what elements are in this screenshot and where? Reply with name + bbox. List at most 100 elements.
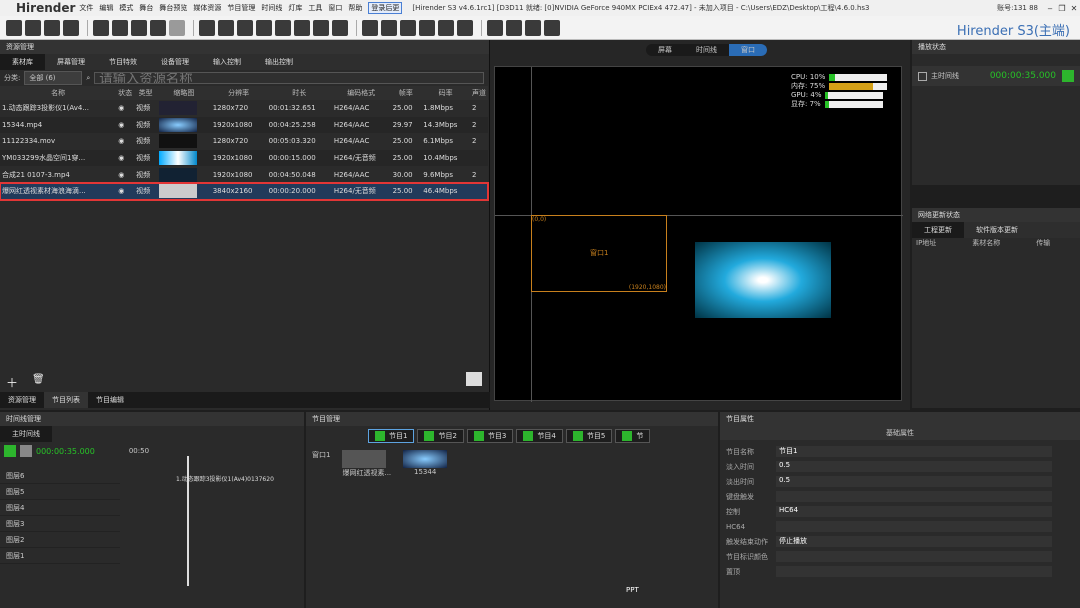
tab-main-timeline[interactable]: 主时间线 — [0, 426, 52, 442]
mode-window[interactable]: 窗口 — [729, 44, 767, 56]
col-resolution[interactable]: 分辨率 — [210, 86, 267, 100]
col-fps[interactable]: 帧率 — [390, 86, 422, 100]
info-icon[interactable] — [544, 19, 560, 36]
layers-icon[interactable] — [256, 19, 272, 36]
program-item-thumb[interactable] — [342, 450, 387, 468]
layer-row[interactable]: 图层3 — [0, 516, 120, 532]
crop-icon[interactable] — [381, 19, 397, 36]
col-duration[interactable]: 时长 — [266, 86, 332, 100]
undo-icon[interactable] — [150, 19, 166, 36]
new-project-icon[interactable] — [6, 19, 22, 36]
add-icon[interactable]: ＋ — [6, 374, 18, 391]
menu-help[interactable]: 帮助 — [348, 3, 362, 13]
edit-icon[interactable] — [438, 19, 454, 36]
play-icon[interactable] — [4, 445, 16, 457]
copy-icon[interactable] — [112, 19, 128, 36]
program-chip[interactable]: 节目5 — [565, 429, 613, 443]
field-value[interactable] — [776, 551, 1052, 562]
tab-screen-management[interactable]: 屏幕管理 — [45, 54, 97, 70]
layer-row[interactable]: 图层2 — [0, 532, 120, 548]
menu-program[interactable]: 节目管理 — [227, 3, 255, 13]
redo-icon[interactable] — [169, 19, 185, 36]
tab-material-library[interactable]: 素材库 — [0, 54, 45, 70]
tab-device-management[interactable]: 设备管理 — [149, 54, 201, 70]
col-type[interactable]: 类型 — [134, 86, 158, 100]
table-row-selected[interactable]: 爆网红透视素材海浪海滴... ◉ 视频 3840x2160 00:00:20.000 H2… — [0, 181, 489, 201]
layer-row[interactable]: 图层5 — [0, 484, 120, 500]
field-value[interactable] — [776, 521, 1052, 532]
playhead[interactable] — [187, 456, 189, 586]
field-value[interactable]: 停止播放 — [776, 536, 1052, 547]
category-select[interactable]: 全部 (6) — [24, 71, 83, 85]
eye-icon[interactable]: ◉ — [116, 166, 134, 183]
eye-icon[interactable]: ◉ — [116, 100, 134, 117]
tab-software-update[interactable]: 软件版本更新 — [964, 222, 1030, 238]
save-icon[interactable] — [44, 19, 60, 36]
grid-icon[interactable] — [218, 19, 234, 36]
tab-project-update[interactable]: 工程更新 — [912, 222, 964, 238]
col-name[interactable]: 名称 — [0, 86, 117, 100]
media-preview[interactable] — [695, 242, 831, 318]
eye-icon[interactable]: ◉ — [116, 150, 134, 167]
mode-screen[interactable]: 屏幕 — [646, 44, 684, 56]
window-frame[interactable]: (0,0) 窗口1 (1920,1080) — [531, 215, 667, 292]
program-chip[interactable]: 节目1 — [368, 429, 415, 443]
timeline-clip[interactable]: 1.动态跟踪3投影仪1(Av4)0137620 — [176, 474, 274, 483]
menu-timeline[interactable]: 时间线 — [261, 3, 282, 13]
timeline-checkbox[interactable] — [918, 71, 927, 81]
chart-icon[interactable] — [400, 19, 416, 36]
tab-program-edit[interactable]: 节目编辑 — [88, 392, 132, 408]
image-icon[interactable] — [466, 372, 482, 386]
program-item-thumb[interactable] — [403, 450, 448, 468]
restore-icon[interactable]: ❐ — [1056, 4, 1068, 13]
ppt-button[interactable]: PPT — [626, 586, 639, 594]
pen-icon[interactable] — [506, 19, 522, 36]
tab-program-effects[interactable]: 节目特效 — [97, 54, 149, 70]
table-row[interactable]: YM033299水晶空间1穿... ◉ 视频 1920x1080 00:00:15.00… — [0, 149, 488, 167]
open-folder-icon[interactable] — [25, 19, 41, 36]
tab-program-list[interactable]: 节目列表 — [44, 392, 88, 408]
stage-canvas[interactable]: (0,0) 窗口1 (1920,1080) CPU: 10% 内存: 75% G… — [494, 66, 903, 402]
eye-icon[interactable]: ◉ — [116, 183, 134, 200]
trash-icon[interactable]: 🗑 — [32, 374, 45, 385]
menu-tools[interactable]: 工具 — [308, 3, 322, 13]
stop-icon[interactable] — [20, 445, 32, 457]
field-value[interactable] — [776, 491, 1052, 502]
paste-icon[interactable] — [131, 19, 147, 36]
menu-file[interactable]: 文件 — [79, 3, 93, 13]
col-channels[interactable]: 声道 — [470, 86, 488, 100]
layer-row[interactable]: 图层6 — [0, 468, 120, 484]
monitor-icon[interactable] — [199, 19, 215, 36]
menu-stage-preview[interactable]: 舞台预览 — [159, 3, 187, 13]
col-thumbnail[interactable]: 缩略图 — [157, 86, 211, 100]
layer-row[interactable]: 图层4 — [0, 500, 120, 516]
arrow-icon[interactable] — [237, 19, 253, 36]
col-status[interactable]: 状态 — [116, 86, 135, 100]
table-row[interactable]: 15344.mp4 ◉ 视频 1920x1080 00:04:25.258 H264/AA… — [0, 116, 488, 134]
cut-icon[interactable] — [93, 19, 109, 36]
menu-lights[interactable]: 灯库 — [288, 3, 302, 13]
location-icon[interactable] — [362, 19, 378, 36]
table-row[interactable]: 合成21 0107-3.mp4 ◉ 视频 1920x1080 00:04:50.048 H… — [0, 166, 488, 183]
table-row[interactable]: 11122334.mov ◉ 视频 1280x720 00:05:03.320 H264/… — [0, 133, 488, 150]
menu-media[interactable]: 媒体资源 — [193, 3, 221, 13]
layer-row[interactable]: 图层1 — [0, 548, 120, 564]
display-icon[interactable] — [332, 19, 348, 36]
program-chip[interactable]: 节 — [615, 429, 651, 443]
attrs-section[interactable]: 基础属性 — [720, 426, 1080, 440]
login-update-button[interactable]: 登录后更 — [368, 2, 403, 14]
menu-mode[interactable]: 模式 — [119, 3, 133, 13]
minimize-icon[interactable]: ‒ — [1044, 4, 1056, 13]
menu-edit[interactable]: 编辑 — [99, 3, 113, 13]
play-icon[interactable] — [1062, 70, 1074, 82]
settings-icon[interactable] — [313, 19, 329, 36]
field-value[interactable] — [776, 566, 1052, 577]
table-row[interactable]: 1.动态跟踪3投影仪1(Av4... ◉ 视频 1280x720 00:01:32.65… — [0, 100, 488, 117]
field-value[interactable]: 节目1 — [776, 446, 1052, 457]
menu-window[interactable]: 窗口 — [328, 3, 342, 13]
window-icon[interactable] — [294, 19, 310, 36]
tab-input-control[interactable]: 输入控制 — [201, 54, 253, 70]
loop-icon[interactable] — [457, 19, 473, 36]
link-icon[interactable] — [525, 19, 541, 36]
search-input[interactable] — [94, 72, 485, 84]
